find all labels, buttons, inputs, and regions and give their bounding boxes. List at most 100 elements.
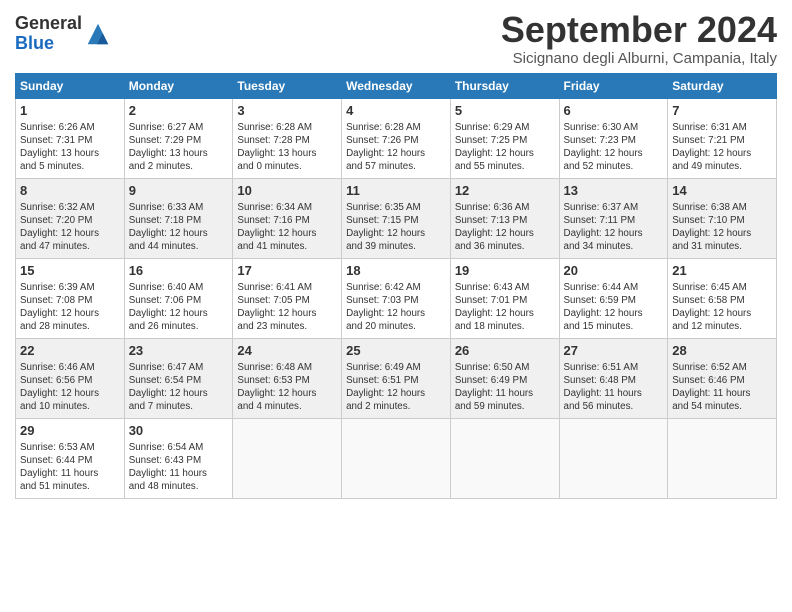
day-number: 14 [672,182,772,200]
day-info: Sunrise: 6:42 AM Sunset: 7:03 PM Dayligh… [346,281,446,334]
calendar-cell: 21Sunrise: 6:45 AM Sunset: 6:58 PM Dayli… [668,258,777,338]
logo-text: General Blue [15,14,82,54]
calendar-cell: 13Sunrise: 6:37 AM Sunset: 7:11 PM Dayli… [559,178,668,258]
day-info: Sunrise: 6:36 AM Sunset: 7:13 PM Dayligh… [455,201,555,254]
day-info: Sunrise: 6:41 AM Sunset: 7:05 PM Dayligh… [237,281,337,334]
day-number: 16 [129,262,229,280]
day-info: Sunrise: 6:34 AM Sunset: 7:16 PM Dayligh… [237,201,337,254]
calendar-cell: 24Sunrise: 6:48 AM Sunset: 6:53 PM Dayli… [233,338,342,418]
week-row-3: 15Sunrise: 6:39 AM Sunset: 7:08 PM Dayli… [16,258,777,338]
day-number: 21 [672,262,772,280]
calendar-cell: 10Sunrise: 6:34 AM Sunset: 7:16 PM Dayli… [233,178,342,258]
title-area: September 2024 Sicignano degli Alburni, … [501,10,777,67]
day-info: Sunrise: 6:51 AM Sunset: 6:48 PM Dayligh… [564,361,664,414]
weekday-header-saturday: Saturday [668,73,777,98]
calendar-cell: 26Sunrise: 6:50 AM Sunset: 6:49 PM Dayli… [450,338,559,418]
day-info: Sunrise: 6:28 AM Sunset: 7:28 PM Dayligh… [237,121,337,174]
calendar-cell: 27Sunrise: 6:51 AM Sunset: 6:48 PM Dayli… [559,338,668,418]
day-info: Sunrise: 6:47 AM Sunset: 6:54 PM Dayligh… [129,361,229,414]
day-info: Sunrise: 6:30 AM Sunset: 7:23 PM Dayligh… [564,121,664,174]
subtitle: Sicignano degli Alburni, Campania, Italy [501,50,777,67]
day-number: 18 [346,262,446,280]
day-info: Sunrise: 6:31 AM Sunset: 7:21 PM Dayligh… [672,121,772,174]
day-number: 5 [455,102,555,120]
calendar-cell: 29Sunrise: 6:53 AM Sunset: 6:44 PM Dayli… [16,418,125,498]
day-number: 15 [20,262,120,280]
day-info: Sunrise: 6:40 AM Sunset: 7:06 PM Dayligh… [129,281,229,334]
calendar: SundayMondayTuesdayWednesdayThursdayFrid… [15,73,777,499]
day-info: Sunrise: 6:37 AM Sunset: 7:11 PM Dayligh… [564,201,664,254]
week-row-2: 8Sunrise: 6:32 AM Sunset: 7:20 PM Daylig… [16,178,777,258]
calendar-cell: 28Sunrise: 6:52 AM Sunset: 6:46 PM Dayli… [668,338,777,418]
day-info: Sunrise: 6:38 AM Sunset: 7:10 PM Dayligh… [672,201,772,254]
day-number: 12 [455,182,555,200]
day-info: Sunrise: 6:39 AM Sunset: 7:08 PM Dayligh… [20,281,120,334]
calendar-cell: 25Sunrise: 6:49 AM Sunset: 6:51 PM Dayli… [342,338,451,418]
day-number: 3 [237,102,337,120]
calendar-cell: 2Sunrise: 6:27 AM Sunset: 7:29 PM Daylig… [124,98,233,178]
calendar-cell: 9Sunrise: 6:33 AM Sunset: 7:18 PM Daylig… [124,178,233,258]
calendar-cell: 22Sunrise: 6:46 AM Sunset: 6:56 PM Dayli… [16,338,125,418]
weekday-header-friday: Friday [559,73,668,98]
weekday-header-sunday: Sunday [16,73,125,98]
day-number: 6 [564,102,664,120]
calendar-cell: 17Sunrise: 6:41 AM Sunset: 7:05 PM Dayli… [233,258,342,338]
calendar-cell: 20Sunrise: 6:44 AM Sunset: 6:59 PM Dayli… [559,258,668,338]
day-info: Sunrise: 6:50 AM Sunset: 6:49 PM Dayligh… [455,361,555,414]
day-number: 1 [20,102,120,120]
calendar-cell: 4Sunrise: 6:28 AM Sunset: 7:26 PM Daylig… [342,98,451,178]
calendar-cell: 5Sunrise: 6:29 AM Sunset: 7:25 PM Daylig… [450,98,559,178]
calendar-cell: 6Sunrise: 6:30 AM Sunset: 7:23 PM Daylig… [559,98,668,178]
logo-icon [84,20,112,48]
week-row-5: 29Sunrise: 6:53 AM Sunset: 6:44 PM Dayli… [16,418,777,498]
day-info: Sunrise: 6:26 AM Sunset: 7:31 PM Dayligh… [20,121,120,174]
logo-blue: Blue [15,33,54,53]
calendar-cell: 3Sunrise: 6:28 AM Sunset: 7:28 PM Daylig… [233,98,342,178]
day-info: Sunrise: 6:53 AM Sunset: 6:44 PM Dayligh… [20,441,120,494]
day-info: Sunrise: 6:52 AM Sunset: 6:46 PM Dayligh… [672,361,772,414]
calendar-cell: 14Sunrise: 6:38 AM Sunset: 7:10 PM Dayli… [668,178,777,258]
calendar-cell: 11Sunrise: 6:35 AM Sunset: 7:15 PM Dayli… [342,178,451,258]
month-title: September 2024 [501,10,777,50]
calendar-cell: 18Sunrise: 6:42 AM Sunset: 7:03 PM Dayli… [342,258,451,338]
day-number: 2 [129,102,229,120]
calendar-cell: 8Sunrise: 6:32 AM Sunset: 7:20 PM Daylig… [16,178,125,258]
calendar-cell [559,418,668,498]
day-number: 19 [455,262,555,280]
day-number: 28 [672,342,772,360]
calendar-cell: 16Sunrise: 6:40 AM Sunset: 7:06 PM Dayli… [124,258,233,338]
day-number: 8 [20,182,120,200]
day-number: 24 [237,342,337,360]
day-number: 4 [346,102,446,120]
day-info: Sunrise: 6:44 AM Sunset: 6:59 PM Dayligh… [564,281,664,334]
logo: General Blue [15,14,112,54]
weekday-header-wednesday: Wednesday [342,73,451,98]
day-info: Sunrise: 6:48 AM Sunset: 6:53 PM Dayligh… [237,361,337,414]
weekday-header-tuesday: Tuesday [233,73,342,98]
day-number: 7 [672,102,772,120]
day-number: 30 [129,422,229,440]
day-info: Sunrise: 6:46 AM Sunset: 6:56 PM Dayligh… [20,361,120,414]
day-number: 26 [455,342,555,360]
weekday-header-thursday: Thursday [450,73,559,98]
logo-general: General [15,13,82,33]
calendar-cell [233,418,342,498]
calendar-cell [668,418,777,498]
calendar-cell: 12Sunrise: 6:36 AM Sunset: 7:13 PM Dayli… [450,178,559,258]
day-number: 20 [564,262,664,280]
day-info: Sunrise: 6:28 AM Sunset: 7:26 PM Dayligh… [346,121,446,174]
day-number: 29 [20,422,120,440]
day-number: 22 [20,342,120,360]
calendar-cell: 23Sunrise: 6:47 AM Sunset: 6:54 PM Dayli… [124,338,233,418]
day-info: Sunrise: 6:43 AM Sunset: 7:01 PM Dayligh… [455,281,555,334]
day-info: Sunrise: 6:32 AM Sunset: 7:20 PM Dayligh… [20,201,120,254]
day-number: 17 [237,262,337,280]
day-info: Sunrise: 6:33 AM Sunset: 7:18 PM Dayligh… [129,201,229,254]
calendar-cell [342,418,451,498]
day-info: Sunrise: 6:54 AM Sunset: 6:43 PM Dayligh… [129,441,229,494]
day-number: 13 [564,182,664,200]
day-number: 25 [346,342,446,360]
week-row-1: 1Sunrise: 6:26 AM Sunset: 7:31 PM Daylig… [16,98,777,178]
day-number: 23 [129,342,229,360]
day-info: Sunrise: 6:45 AM Sunset: 6:58 PM Dayligh… [672,281,772,334]
